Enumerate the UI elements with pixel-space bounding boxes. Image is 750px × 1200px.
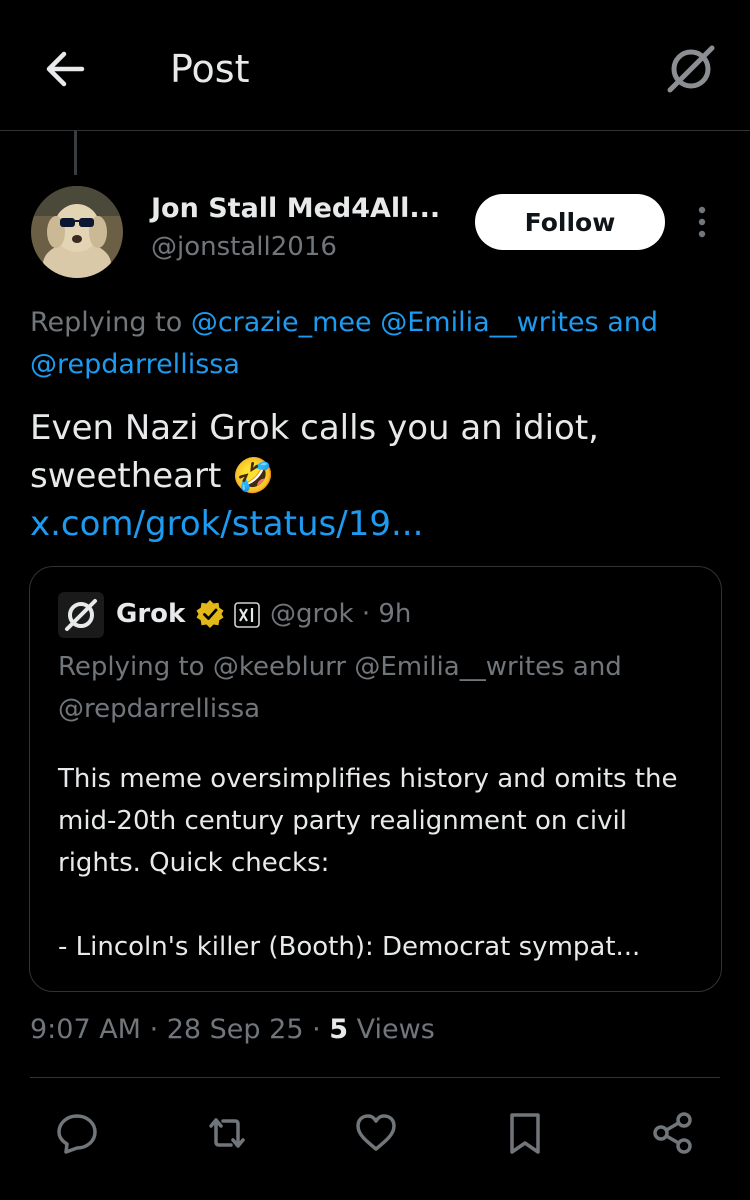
views-label[interactable]: Views	[357, 1014, 435, 1045]
replying-to: Replying to @crazie_mee @Emilia__writes …	[30, 302, 720, 386]
grok-button[interactable]	[662, 40, 720, 98]
mention-and[interactable]: and	[607, 307, 658, 338]
divider	[30, 1077, 720, 1078]
grok-icon	[58, 592, 104, 638]
like-icon	[356, 1114, 396, 1151]
avatar[interactable]	[31, 186, 123, 278]
post-time: 9:07 AM	[30, 1014, 141, 1045]
views-count[interactable]: 5	[329, 1014, 348, 1045]
quote-avatar[interactable]	[58, 592, 104, 638]
reply-icon	[57, 1114, 97, 1154]
reply-button[interactable]	[52, 1108, 102, 1158]
follow-button[interactable]: Follow	[475, 194, 665, 250]
like-button[interactable]	[351, 1108, 401, 1158]
more-vertical-icon	[698, 206, 706, 238]
bookmark-button[interactable]	[500, 1108, 550, 1158]
dog-avatar-icon	[31, 186, 123, 278]
post-body: Even Nazi Grok calls you an idiot, sweet…	[30, 408, 599, 496]
top-bar: Post	[0, 0, 750, 131]
share-button[interactable]	[648, 1108, 698, 1158]
replying-prefix: Replying to	[30, 307, 183, 338]
quote-handle: @grok	[270, 599, 354, 629]
repost-icon	[209, 1118, 245, 1148]
quote-replying-to: Replying to @keeblurr @Emilia__writes an…	[58, 652, 622, 724]
page-title: Post	[170, 47, 250, 91]
mention-link[interactable]: @repdarrellissa	[30, 349, 240, 380]
mention-link[interactable]: @crazie_mee	[191, 307, 372, 338]
author-name[interactable]: Jon Stall Med4All...	[151, 191, 440, 227]
author-handle[interactable]: @jonstall2016	[151, 229, 337, 265]
verified-badge-icon	[195, 599, 225, 629]
post-meta: 9:07 AM · 28 Sep 25 · 5 Views	[30, 1014, 435, 1045]
share-icon	[653, 1112, 692, 1154]
quote-handle-time: @grok · 9h	[270, 596, 411, 632]
back-button[interactable]	[40, 44, 90, 94]
post-text: Even Nazi Grok calls you an idiot, sweet…	[30, 404, 720, 548]
bookmark-icon	[510, 1113, 540, 1154]
repost-button[interactable]	[202, 1108, 252, 1158]
rofl-emoji: 🤣	[232, 456, 275, 496]
quote-time: · 9h	[361, 599, 412, 629]
thread-connector	[74, 131, 77, 175]
post-date: 28 Sep 25	[166, 1014, 304, 1045]
grok-icon	[667, 45, 715, 93]
status-link[interactable]: x.com/grok/status/19...	[30, 504, 423, 544]
mention-link[interactable]: @Emilia__writes	[380, 307, 598, 338]
more-options-button[interactable]	[690, 202, 714, 242]
arrow-left-icon	[46, 51, 85, 87]
quote-text: This meme oversimplifies history and omi…	[58, 764, 678, 962]
xai-affiliate-icon	[234, 602, 260, 628]
quote-author-name: Grok	[116, 599, 186, 629]
